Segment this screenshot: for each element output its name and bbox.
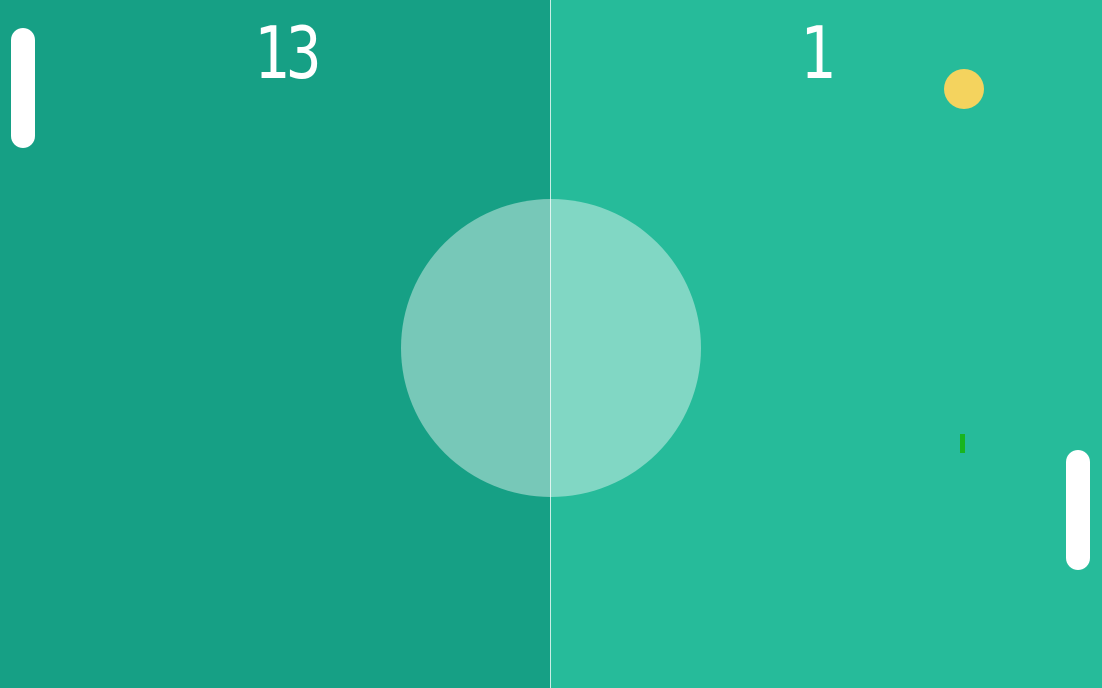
center-circle — [401, 199, 701, 497]
green-marker — [960, 434, 965, 453]
ball-icon — [944, 69, 984, 109]
pong-game-field[interactable]: 13 1 — [0, 0, 1102, 688]
right-player-score: 1 — [799, 11, 836, 95]
left-player-score: 13 — [253, 11, 322, 95]
left-paddle[interactable] — [11, 28, 35, 148]
right-paddle[interactable] — [1066, 450, 1090, 570]
center-line — [550, 0, 551, 688]
